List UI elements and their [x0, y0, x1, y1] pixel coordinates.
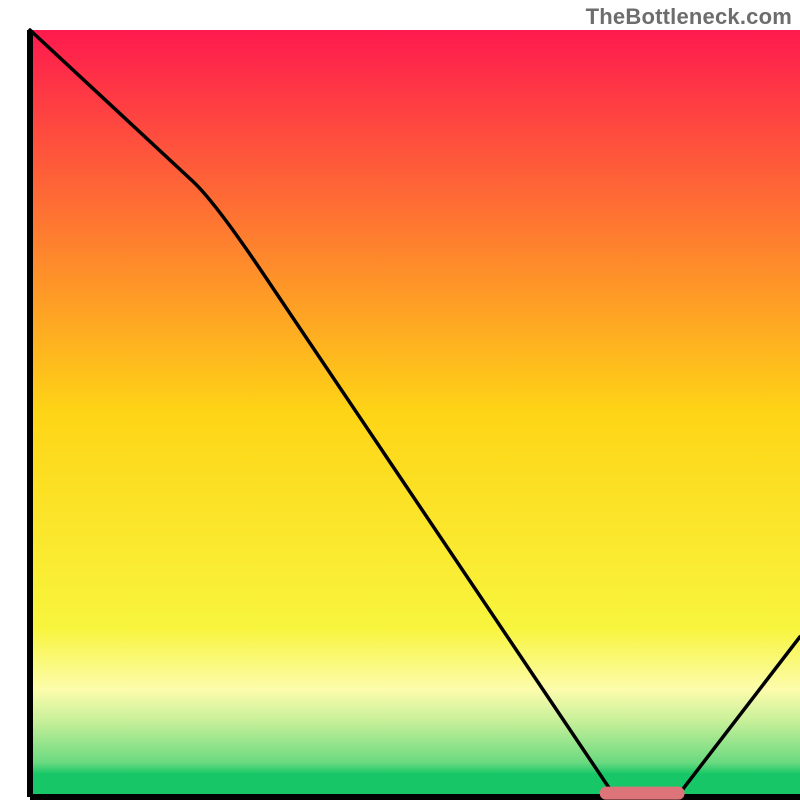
attribution-text: TheBottleneck.com — [586, 4, 792, 30]
chart-svg — [0, 0, 800, 800]
optimal-range-marker — [600, 787, 685, 800]
bottleneck-chart: TheBottleneck.com — [0, 0, 800, 800]
plot-background — [30, 30, 800, 797]
